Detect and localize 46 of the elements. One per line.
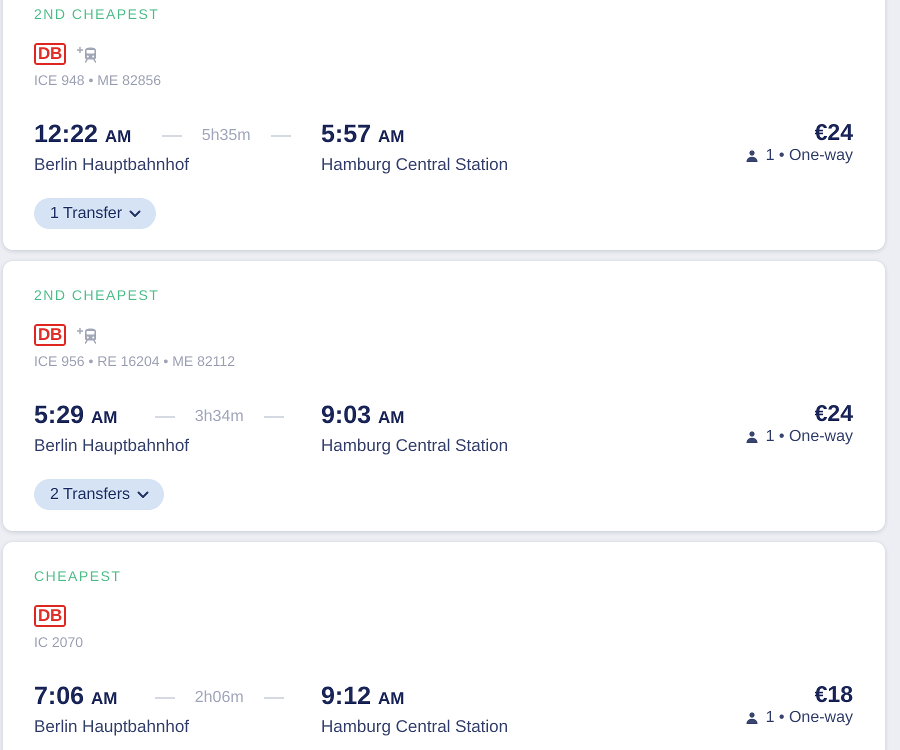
operator-logo: DB bbox=[34, 43, 66, 65]
person-icon bbox=[746, 712, 758, 724]
trip-duration: 2h06m bbox=[194, 688, 244, 708]
ticket-price: €18 bbox=[814, 681, 853, 707]
connector-line bbox=[154, 696, 175, 698]
departure-station: Berlin Hauptbahnhof bbox=[34, 435, 190, 457]
train-numbers: ICE 948 • ME 82856 bbox=[34, 71, 162, 89]
person-icon bbox=[746, 150, 758, 162]
fare-details: 1 • One-way bbox=[766, 427, 853, 447]
connector-line bbox=[264, 696, 284, 698]
operator-logo: DB bbox=[34, 324, 66, 346]
ranking-label: 2ND CHEAPEST bbox=[34, 5, 160, 23]
plus-train-icon bbox=[76, 45, 97, 63]
arrival-station: Hamburg Central Station bbox=[321, 154, 508, 176]
ranking-label: CHEAPEST bbox=[34, 567, 122, 585]
connector-line bbox=[162, 134, 182, 136]
departure-station: Berlin Hauptbahnhof bbox=[34, 154, 190, 176]
connector-line bbox=[264, 416, 284, 418]
ticket-price: €24 bbox=[814, 119, 853, 145]
operator-logo: DB bbox=[34, 605, 66, 627]
connector-line bbox=[270, 134, 291, 136]
transfers-button[interactable]: 2 Transfers bbox=[34, 479, 164, 510]
result-card[interactable]: CHEAPEST DB IC 2070 7:06 AM 2h06m 9:12 AM Berlin Hauptbahnhof Hamburg Central Station €18 1 • One-way bbox=[3, 542, 885, 750]
arrival-time: 5:57 AM bbox=[321, 119, 404, 150]
fare-details: 1 • One-way bbox=[766, 708, 853, 728]
ticket-price: €24 bbox=[814, 400, 853, 426]
departure-time: 12:22 AM bbox=[34, 119, 132, 150]
transfers-button[interactable]: 1 Transfer bbox=[34, 198, 156, 229]
arrival-time: 9:03 AM bbox=[321, 400, 404, 431]
connector-line bbox=[154, 416, 175, 418]
result-card[interactable]: 2ND CHEAPEST DB ICE 948 • ME 82856 12:22 AM 5h35m 5:57 AM Berlin Hauptbahnhof Hamburg Central Station €24 1 • One-way 1 Transfer bbox=[3, 0, 885, 250]
arrival-station: Hamburg Central Station bbox=[321, 435, 508, 457]
arrival-time: 9:12 AM bbox=[321, 681, 404, 712]
result-card[interactable]: 2ND CHEAPEST DB ICE 956 • RE 16204 • ME 82112 5:29 AM 3h34m 9:03 AM Berlin Hauptbahnhof Hamburg Central Station €24 1 • One-way 2 Transfers bbox=[3, 261, 885, 531]
trip-duration: 3h34m bbox=[194, 406, 244, 426]
train-numbers: IC 2070 bbox=[34, 633, 84, 651]
departure-station: Berlin Hauptbahnhof bbox=[34, 716, 190, 738]
arrival-station: Hamburg Central Station bbox=[321, 716, 508, 738]
departure-time: 7:06 AM bbox=[34, 681, 118, 712]
train-numbers: ICE 956 • RE 16204 • ME 82112 bbox=[34, 352, 235, 370]
ranking-label: 2ND CHEAPEST bbox=[34, 286, 160, 304]
departure-time: 5:29 AM bbox=[34, 400, 118, 431]
plus-train-icon bbox=[76, 326, 97, 344]
trip-duration: 5h35m bbox=[202, 126, 251, 146]
person-icon bbox=[746, 431, 758, 443]
fare-details: 1 • One-way bbox=[766, 146, 853, 166]
